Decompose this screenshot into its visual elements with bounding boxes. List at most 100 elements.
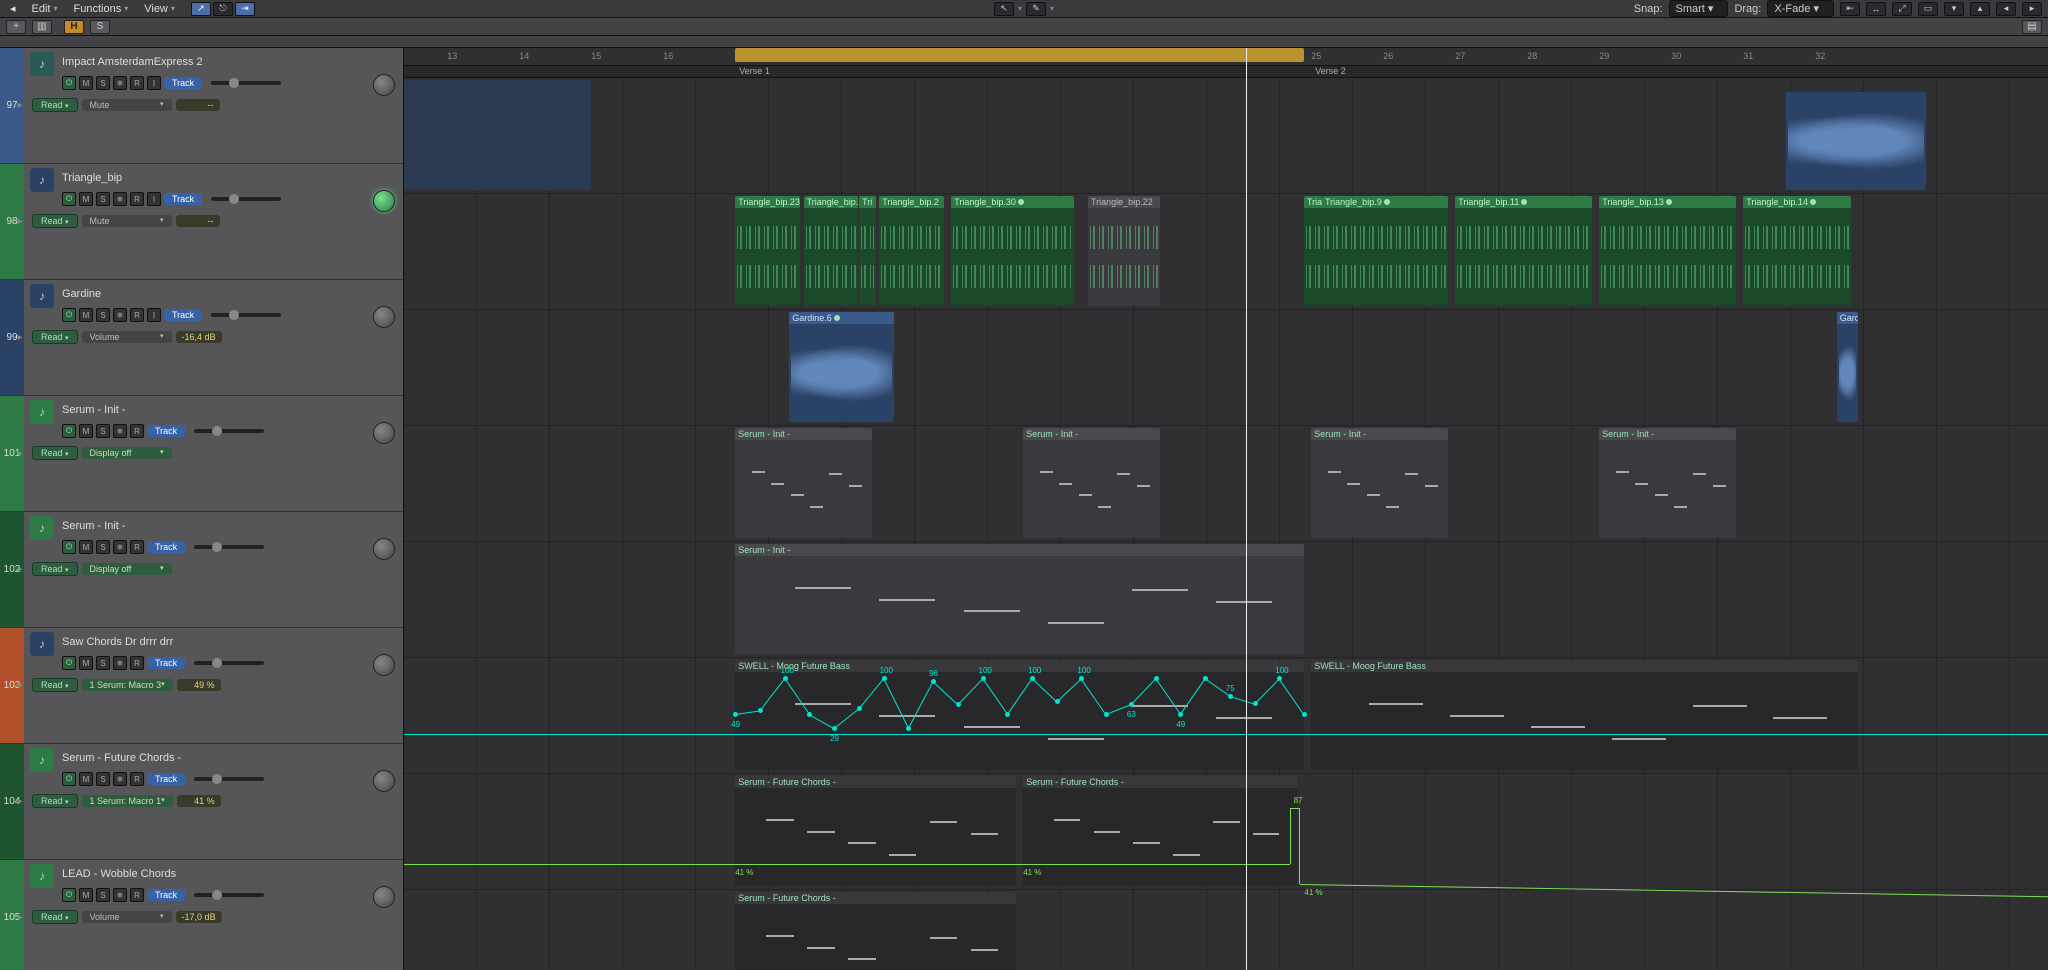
mute-button[interactable]: M: [79, 888, 93, 902]
track-header-104[interactable]: 104 ♪ Serum - Future Chords - ⏻ M S ❄ R …: [0, 744, 403, 860]
record-button[interactable]: R: [130, 192, 144, 206]
track-header-101[interactable]: 101 ♪ Serum - Init - ⏻ M S ❄ R Track ▸ R…: [0, 396, 403, 512]
mute-button[interactable]: M: [79, 192, 93, 206]
hzoom-out-icon[interactable]: ◂: [1996, 2, 2016, 16]
automation-mode-button[interactable]: Track: [147, 773, 185, 785]
mute-button[interactable]: M: [79, 540, 93, 554]
power-button[interactable]: ⏻: [62, 540, 76, 554]
disclosure-triangle[interactable]: ▸: [14, 99, 26, 111]
track-header-105[interactable]: 105 ♪ LEAD - Wobble Chords ⏻ M S ❄ R Tra…: [0, 860, 403, 970]
duplicate-track-icon[interactable]: ▥: [32, 20, 52, 34]
functions-menu[interactable]: Functions: [70, 2, 133, 16]
region[interactable]: Serum - Init -: [735, 428, 872, 538]
automation-param-select[interactable]: Display off ▾: [82, 563, 172, 575]
marquee-tool-icon[interactable]: ✎: [1026, 2, 1046, 16]
solo-button[interactable]: S: [90, 20, 110, 34]
power-button[interactable]: ⏻: [62, 888, 76, 902]
region[interactable]: Triangle_bip.9: [1322, 196, 1448, 306]
catch-playhead-icon[interactable]: ⇤: [1840, 2, 1860, 16]
region[interactable]: Triangle_bip.30: [951, 196, 1073, 306]
disclosure-triangle[interactable]: ▸: [14, 795, 26, 807]
region[interactable]: Triangle_bip.14: [1743, 196, 1851, 306]
volume-slider[interactable]: [194, 661, 264, 665]
input-button[interactable]: I: [147, 76, 161, 90]
track-header-98[interactable]: 98 ♪ Triangle_bip ⏻ M S ❄ R I Track ▸ Re…: [0, 164, 403, 280]
disclosure-triangle[interactable]: ▸: [14, 447, 26, 459]
volume-slider[interactable]: [211, 313, 281, 317]
edit-menu[interactable]: Edit: [28, 2, 62, 16]
track-header-99[interactable]: 99 ♪ Gardine ⏻ M S ❄ R I Track ▸ Read ▾ …: [0, 280, 403, 396]
pan-knob[interactable]: [373, 306, 395, 328]
record-button[interactable]: R: [130, 540, 144, 554]
solo-button[interactable]: S: [96, 308, 110, 322]
vzoom-out-icon[interactable]: ▾: [1944, 2, 1964, 16]
region[interactable]: Gardine.6: [789, 312, 893, 422]
automation-mode-button[interactable]: Track: [147, 425, 185, 437]
track-header-103[interactable]: 103 ♪ Saw Chords Dr drrr drr ⏻ M S ❄ R T…: [0, 628, 403, 744]
marker[interactable]: Verse 1: [735, 66, 774, 78]
mute-button[interactable]: M: [79, 772, 93, 786]
region[interactable]: Tri: [859, 196, 876, 306]
zoom-horizontal-icon[interactable]: ↔: [1866, 2, 1886, 16]
region[interactable]: Triangle_bip.11: [1455, 196, 1592, 306]
power-button[interactable]: ⏻: [62, 76, 76, 90]
pan-knob[interactable]: [373, 422, 395, 444]
record-button[interactable]: R: [130, 76, 144, 90]
automation-param-select[interactable]: Display off ▾: [82, 447, 172, 459]
record-button[interactable]: R: [130, 308, 144, 322]
pan-knob[interactable]: [373, 886, 395, 908]
region[interactable]: Serum - Future Chords -: [1023, 776, 1297, 886]
link-toggle-icon[interactable]: ⇥: [235, 2, 255, 16]
freeze-button[interactable]: ❄: [113, 308, 127, 322]
power-button[interactable]: ⏻: [62, 424, 76, 438]
region[interactable]: Serum - Init -: [1311, 428, 1448, 538]
solo-button[interactable]: S: [96, 540, 110, 554]
region[interactable]: Serum - Future Chords -: [735, 776, 1016, 886]
solo-button[interactable]: S: [96, 656, 110, 670]
freeze-button[interactable]: ❄: [113, 540, 127, 554]
volume-slider[interactable]: [211, 197, 281, 201]
region[interactable]: Triangle_bip.26: [804, 196, 858, 306]
track-icon[interactable]: ♪: [30, 400, 54, 424]
track-lane-105[interactable]: Serum - Future Chords -: [404, 890, 2048, 970]
automation-param-select[interactable]: Volume ▾: [82, 331, 172, 343]
marker[interactable]: Verse 2: [1311, 66, 1350, 78]
track-lane-98[interactable]: Triangle_bip.23Triangle_bip.26TriTriangl…: [404, 194, 2048, 310]
solo-button[interactable]: S: [96, 772, 110, 786]
mute-button[interactable]: M: [79, 424, 93, 438]
automation-mode-button[interactable]: Track: [147, 889, 185, 901]
solo-button[interactable]: S: [96, 76, 110, 90]
arrange-area[interactable]: 1314151617181920212223242526272829303132…: [404, 48, 2048, 970]
track-header-97[interactable]: 97 ♪ Impact AmsterdamExpress 2 ⏻ M S ❄ R…: [0, 48, 403, 164]
freeze-button[interactable]: ❄: [113, 656, 127, 670]
record-button[interactable]: R: [130, 888, 144, 902]
record-button[interactable]: R: [130, 656, 144, 670]
track-icon[interactable]: ♪: [30, 748, 54, 772]
snap-select[interactable]: Smart ▾: [1669, 0, 1729, 17]
track-icon[interactable]: ♪: [30, 516, 54, 540]
automation-read-select[interactable]: Read ▾: [32, 678, 78, 692]
automation-param-select[interactable]: 1 Serum: Macro 1 ▾: [82, 795, 173, 807]
flex-toggle-icon[interactable]: ⎋: [213, 2, 233, 16]
zoom-fit-icon[interactable]: ⤢: [1892, 2, 1912, 16]
freeze-button[interactable]: ❄: [113, 772, 127, 786]
disclosure-triangle[interactable]: ▸: [14, 331, 26, 343]
cycle-region[interactable]: [735, 48, 1304, 62]
automation-param-select[interactable]: Volume ▾: [82, 911, 172, 923]
disclosure-triangle[interactable]: ▸: [14, 563, 26, 575]
track-lane-104[interactable]: Serum - Future Chords -Serum - Future Ch…: [404, 774, 2048, 890]
region[interactable]: Triangle_bip.23: [735, 196, 800, 306]
record-button[interactable]: R: [130, 772, 144, 786]
region[interactable]: Tria: [1304, 196, 1322, 306]
volume-slider[interactable]: [194, 893, 264, 897]
mute-button[interactable]: M: [79, 656, 93, 670]
playhead[interactable]: [1246, 48, 1247, 970]
region[interactable]: SWELL - Moog Future Bass: [735, 660, 1304, 770]
volume-slider[interactable]: [194, 429, 264, 433]
disclosure-triangle[interactable]: ▸: [14, 215, 26, 227]
region[interactable]: Triangle_bip.2: [879, 196, 944, 306]
automation-mode-button[interactable]: Track: [164, 193, 202, 205]
drag-select[interactable]: X-Fade ▾: [1767, 0, 1834, 17]
automation-mode-button[interactable]: Track: [147, 657, 185, 669]
automation-param-select[interactable]: 1 Serum: Macro 3 ▾: [82, 679, 173, 691]
